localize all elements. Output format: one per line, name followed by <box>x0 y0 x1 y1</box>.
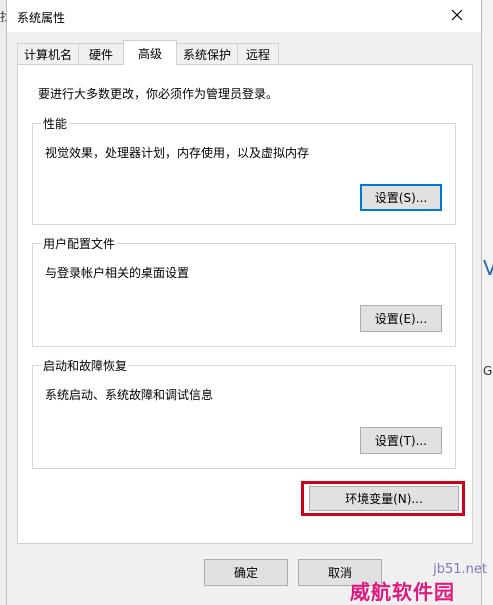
tab-computer-name[interactable]: 计算机名 <box>17 43 79 64</box>
tab-label: 计算机名 <box>23 47 72 62</box>
background-right-edge: V G <box>482 0 493 605</box>
tab-label: 系统保护 <box>182 47 231 62</box>
performance-title: 性能 <box>41 115 70 132</box>
user-profiles-settings-button[interactable]: 设置(E)... <box>360 305 442 332</box>
advanced-panel: 要进行大多数更改，你必须作为管理员登录。 性能 视觉效果，处理器计划，内存使用，… <box>17 64 473 544</box>
ok-button[interactable]: 确定 <box>204 559 288 586</box>
performance-description: 视觉效果，处理器计划，内存使用，以及虚拟内存 <box>45 146 310 160</box>
tab-label: 高级 <box>137 46 162 61</box>
user-profiles-title: 用户配置文件 <box>41 235 118 252</box>
window-title: 系统属性 <box>17 11 66 25</box>
close-button[interactable] <box>435 0 479 30</box>
tab-advanced[interactable]: 高级 <box>123 40 177 65</box>
tab-strip: 计算机名 硬件 高级 系统保护 远程 <box>17 40 473 65</box>
performance-settings-button[interactable]: 设置(S)... <box>360 184 442 211</box>
tab-hardware[interactable]: 硬件 <box>78 43 124 64</box>
tab-label: 硬件 <box>88 47 113 62</box>
close-icon <box>451 9 463 21</box>
title-bar[interactable]: 系统属性 <box>7 0 481 32</box>
admin-note: 要进行大多数更改，你必须作为管理员登录。 <box>38 87 279 101</box>
tab-remote[interactable]: 远程 <box>237 43 279 64</box>
user-profiles-description: 与登录帐户相关的桌面设置 <box>45 266 190 280</box>
startup-recovery-description: 系统启动、系统故障和调试信息 <box>45 388 214 402</box>
tab-system-protection[interactable]: 系统保护 <box>176 43 238 64</box>
performance-group: 性能 视觉效果，处理器计划，内存使用，以及虚拟内存 设置(S)... <box>32 115 456 225</box>
startup-recovery-title: 启动和故障恢复 <box>41 357 130 374</box>
system-properties-dialog: 系统属性 计算机名 硬件 高级 系统保护 远程 要进行大多数更改，你必须作为管理… <box>6 0 482 605</box>
environment-variables-button[interactable]: 环境变量(N)... <box>309 486 459 511</box>
tab-label: 远程 <box>245 47 270 62</box>
background-glyph: V <box>483 256 493 280</box>
cancel-button[interactable]: 取消 <box>298 559 382 586</box>
startup-recovery-group: 启动和故障恢复 系统启动、系统故障和调试信息 设置(T)... <box>32 357 456 469</box>
background-glyph: G <box>483 364 493 378</box>
user-profiles-group: 用户配置文件 与登录帐户相关的桌面设置 设置(E)... <box>32 235 456 347</box>
startup-recovery-settings-button[interactable]: 设置(T)... <box>360 427 442 454</box>
